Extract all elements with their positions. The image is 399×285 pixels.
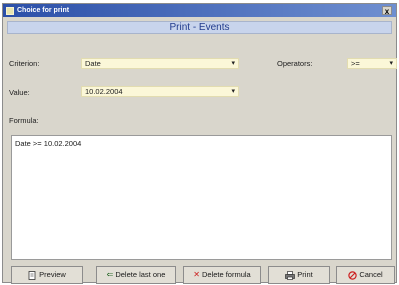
value-label: Value: xyxy=(9,88,30,97)
value-text: 10.02.2004 xyxy=(85,87,123,96)
delete-x-icon: ✕ xyxy=(193,270,200,279)
formula-label: Formula: xyxy=(9,116,39,125)
formula-textarea[interactable]: Date >= 10.02.2004 xyxy=(11,135,392,260)
criterion-select[interactable]: Date ▾ xyxy=(81,58,239,69)
print-dialog-window: Choice for print x Print - Events Criter… xyxy=(2,3,397,284)
close-button[interactable]: x xyxy=(382,6,392,16)
dialog-header: Print - Events xyxy=(7,21,392,34)
cancel-icon xyxy=(348,270,358,280)
chevron-down-icon: ▾ xyxy=(231,60,235,67)
cancel-label: Cancel xyxy=(359,270,383,279)
delete-formula-label: Delete formula xyxy=(201,270,251,279)
cancel-button[interactable]: Cancel xyxy=(336,266,395,284)
title-bar[interactable]: Choice for print x xyxy=(3,4,396,17)
preview-label: Preview xyxy=(39,270,66,279)
delete-formula-button[interactable]: ✕ Delete formula xyxy=(183,266,261,284)
operators-value: >= xyxy=(351,59,360,68)
criterion-value: Date xyxy=(85,59,101,68)
operators-label: Operators: xyxy=(277,59,313,68)
preview-button[interactable]: Preview xyxy=(11,266,83,284)
criterion-label: Criterion: xyxy=(9,59,40,68)
app-icon xyxy=(6,6,14,15)
arrow-left-icon: ⇐ xyxy=(106,270,114,279)
formula-text: Date >= 10.02.2004 xyxy=(15,139,82,148)
print-label: Print xyxy=(297,270,313,279)
delete-last-button[interactable]: ⇐ Delete last one xyxy=(96,266,176,284)
chevron-down-icon: ▾ xyxy=(389,60,393,67)
window-title: Choice for print xyxy=(17,7,70,14)
print-button[interactable]: Print xyxy=(268,266,330,284)
chevron-down-icon: ▾ xyxy=(231,88,235,95)
preview-icon xyxy=(28,270,36,280)
operators-select[interactable]: >= ▾ xyxy=(347,58,397,69)
delete-last-label: Delete last one xyxy=(115,270,166,279)
value-select[interactable]: 10.02.2004 ▾ xyxy=(81,86,239,97)
printer-icon xyxy=(285,270,296,280)
